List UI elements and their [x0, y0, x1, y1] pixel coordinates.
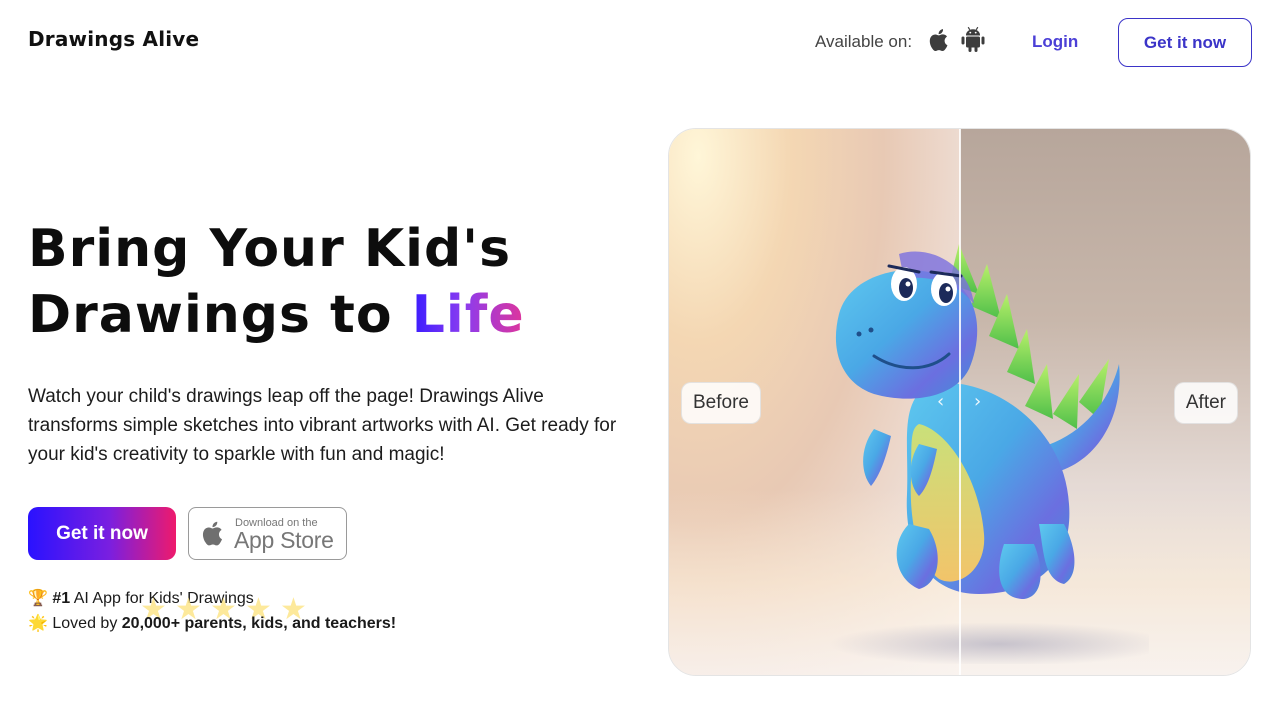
header-get-it-now-button[interactable]: Get it now	[1118, 18, 1252, 67]
logo[interactable]: Drawings Alive	[28, 27, 199, 51]
trophy-icon: 🏆	[28, 590, 48, 607]
ranking-number: #1	[52, 590, 71, 607]
chevron-left-icon[interactable]: ‹	[937, 391, 944, 412]
headline-line-1: Bring Your Kid's	[28, 219, 512, 279]
site-header: Drawings Alive Available on: Login Get i…	[0, 0, 1280, 84]
before-label: Before	[681, 382, 761, 424]
after-label: After	[1173, 382, 1238, 424]
available-on-label: Available on:	[815, 32, 913, 51]
before-after-comparison[interactable]: ‹ › Before After	[668, 128, 1251, 676]
loved-by-proof: 🌟 Loved by 20,000+ parents, kids, and te…	[28, 613, 396, 633]
glowing-star-icon: 🌟	[28, 615, 48, 632]
comparison-divider-handle[interactable]	[959, 129, 961, 675]
chevron-right-icon[interactable]: ›	[974, 391, 981, 412]
loved-by-text: Loved by	[52, 615, 122, 632]
apple-logo-icon	[201, 518, 227, 549]
hero-headline: Bring Your Kid's Drawings to Life	[28, 216, 648, 348]
loved-by-count: 20,000+ parents, kids, and teachers!	[121, 615, 397, 632]
hero-get-it-now-button[interactable]: Get it now	[28, 507, 176, 560]
headline-line-2: Drawings to	[28, 285, 412, 345]
apple-icon[interactable]	[928, 26, 952, 54]
hero-description: Watch your child's drawings leap off the…	[28, 386, 617, 465]
app-store-badge[interactable]: Download on the App Store	[188, 507, 347, 560]
headline-accent-word: Life	[411, 285, 525, 345]
app-store-big-text: App Store	[234, 527, 334, 553]
android-icon[interactable]	[960, 26, 985, 54]
login-link[interactable]: Login	[1032, 32, 1078, 52]
dinosaur-illustration	[829, 244, 1149, 664]
